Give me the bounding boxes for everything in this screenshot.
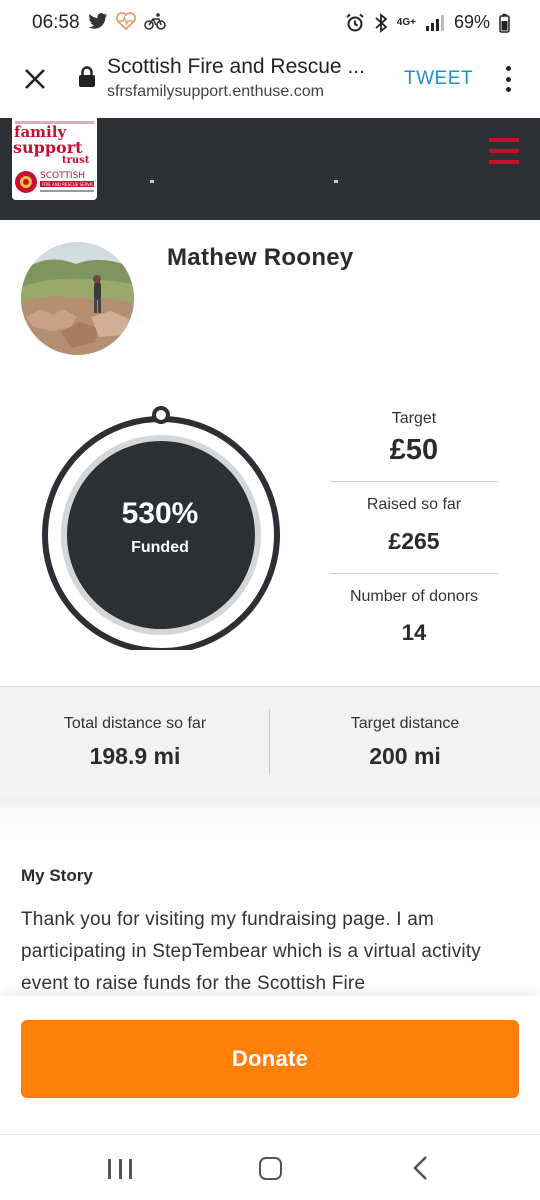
- donate-footer: Donate: [0, 996, 540, 1136]
- signal-icon: [425, 14, 444, 31]
- heart-health-icon: [116, 12, 136, 30]
- system-nav-bar: [0, 1134, 540, 1200]
- avatar-photo: [21, 242, 134, 355]
- more-options-button[interactable]: [498, 64, 518, 94]
- close-button[interactable]: [18, 62, 52, 96]
- recents-bar-icon: [118, 1159, 122, 1179]
- funded-percent: 530%: [121, 497, 199, 530]
- hamburger-line-icon: [489, 160, 519, 164]
- story-body: Thank you for visiting my fundraising pa…: [21, 909, 482, 994]
- logo-org-sub-text: FIRE AND RESCUE SERVICE: [42, 182, 97, 187]
- target-label: Target: [391, 410, 437, 427]
- progress-ring-core: [67, 441, 255, 629]
- target-distance-label: Target distance: [350, 715, 460, 732]
- raised-value: £265: [388, 528, 440, 554]
- donors-stat: Number of donors 14: [330, 588, 498, 646]
- dot-icon: [505, 76, 511, 82]
- fundraiser-avatar: [21, 242, 134, 355]
- dot-icon: [505, 87, 511, 92]
- raised-stat: Raised so far £265: [330, 496, 498, 555]
- cycling-icon: [144, 13, 166, 30]
- recents-bar-icon: [108, 1159, 111, 1179]
- total-distance-label: Total distance so far: [63, 715, 207, 732]
- fundraiser-name: Mathew Rooney: [167, 244, 354, 271]
- donors-value: 14: [401, 620, 427, 645]
- twitter-icon: [88, 13, 107, 29]
- target-distance: Target distance 200 mi: [270, 715, 540, 770]
- recent-apps-button[interactable]: [108, 1159, 132, 1179]
- stat-divider: [330, 573, 498, 574]
- total-distance-value: 198.9 mi: [89, 743, 181, 769]
- story-heading: My Story: [21, 866, 93, 885]
- site-logo[interactable]: family support trust SCOTTISH FIRE AND R…: [12, 118, 97, 200]
- distance-panel: Total distance so far 198.9 mi Target di…: [0, 686, 540, 796]
- site-header: family support trust SCOTTISH FIRE AND R…: [0, 118, 540, 220]
- funded-label: Funded: [131, 539, 189, 556]
- hamburger-line-icon: [489, 138, 519, 142]
- page-title: Scottish Fire and Rescue ...: [107, 55, 365, 78]
- battery-icon: [499, 13, 510, 33]
- close-icon: [25, 69, 45, 89]
- battery-percent: 69%: [453, 12, 490, 32]
- bluetooth-icon: [375, 12, 388, 33]
- logo-text-trust: trust: [62, 155, 90, 166]
- menu-button[interactable]: [489, 138, 519, 164]
- raised-label: Raised so far: [366, 496, 462, 513]
- back-button[interactable]: [412, 1155, 430, 1181]
- browser-toolbar: Scottish Fire and Rescue ... sfrsfamilys…: [0, 46, 540, 118]
- status-bar: 06:58 4G+ 69%: [0, 0, 540, 46]
- page-url[interactable]: sfrsfamilysupport.enthuse.com: [107, 83, 324, 101]
- section-separator: [0, 796, 540, 838]
- recents-bar-icon: [129, 1159, 132, 1179]
- header-title-fragment: [150, 180, 338, 183]
- target-stat: Target £50: [330, 410, 498, 467]
- total-distance: Total distance so far 198.9 mi: [0, 715, 270, 770]
- donors-label: Number of donors: [349, 588, 479, 605]
- network-type: 4G+: [396, 16, 416, 28]
- alarm-icon: [346, 13, 364, 31]
- target-value: £50: [389, 434, 439, 466]
- logo-org-text: SCOTTISH: [40, 171, 85, 181]
- hamburger-line-icon: [489, 149, 519, 153]
- family-support-trust-logo: family support trust SCOTTISH FIRE AND R…: [12, 118, 97, 200]
- tweet-button[interactable]: TWEET: [404, 68, 473, 90]
- lock-icon[interactable]: [78, 66, 96, 88]
- home-button[interactable]: [259, 1157, 282, 1180]
- donate-button[interactable]: Donate: [21, 1020, 519, 1098]
- stat-divider: [330, 481, 498, 482]
- dot-icon: [505, 66, 511, 71]
- status-time: 06:58: [32, 12, 80, 33]
- progress-ring-handle: [152, 406, 170, 424]
- target-distance-value: 200 mi: [369, 743, 441, 769]
